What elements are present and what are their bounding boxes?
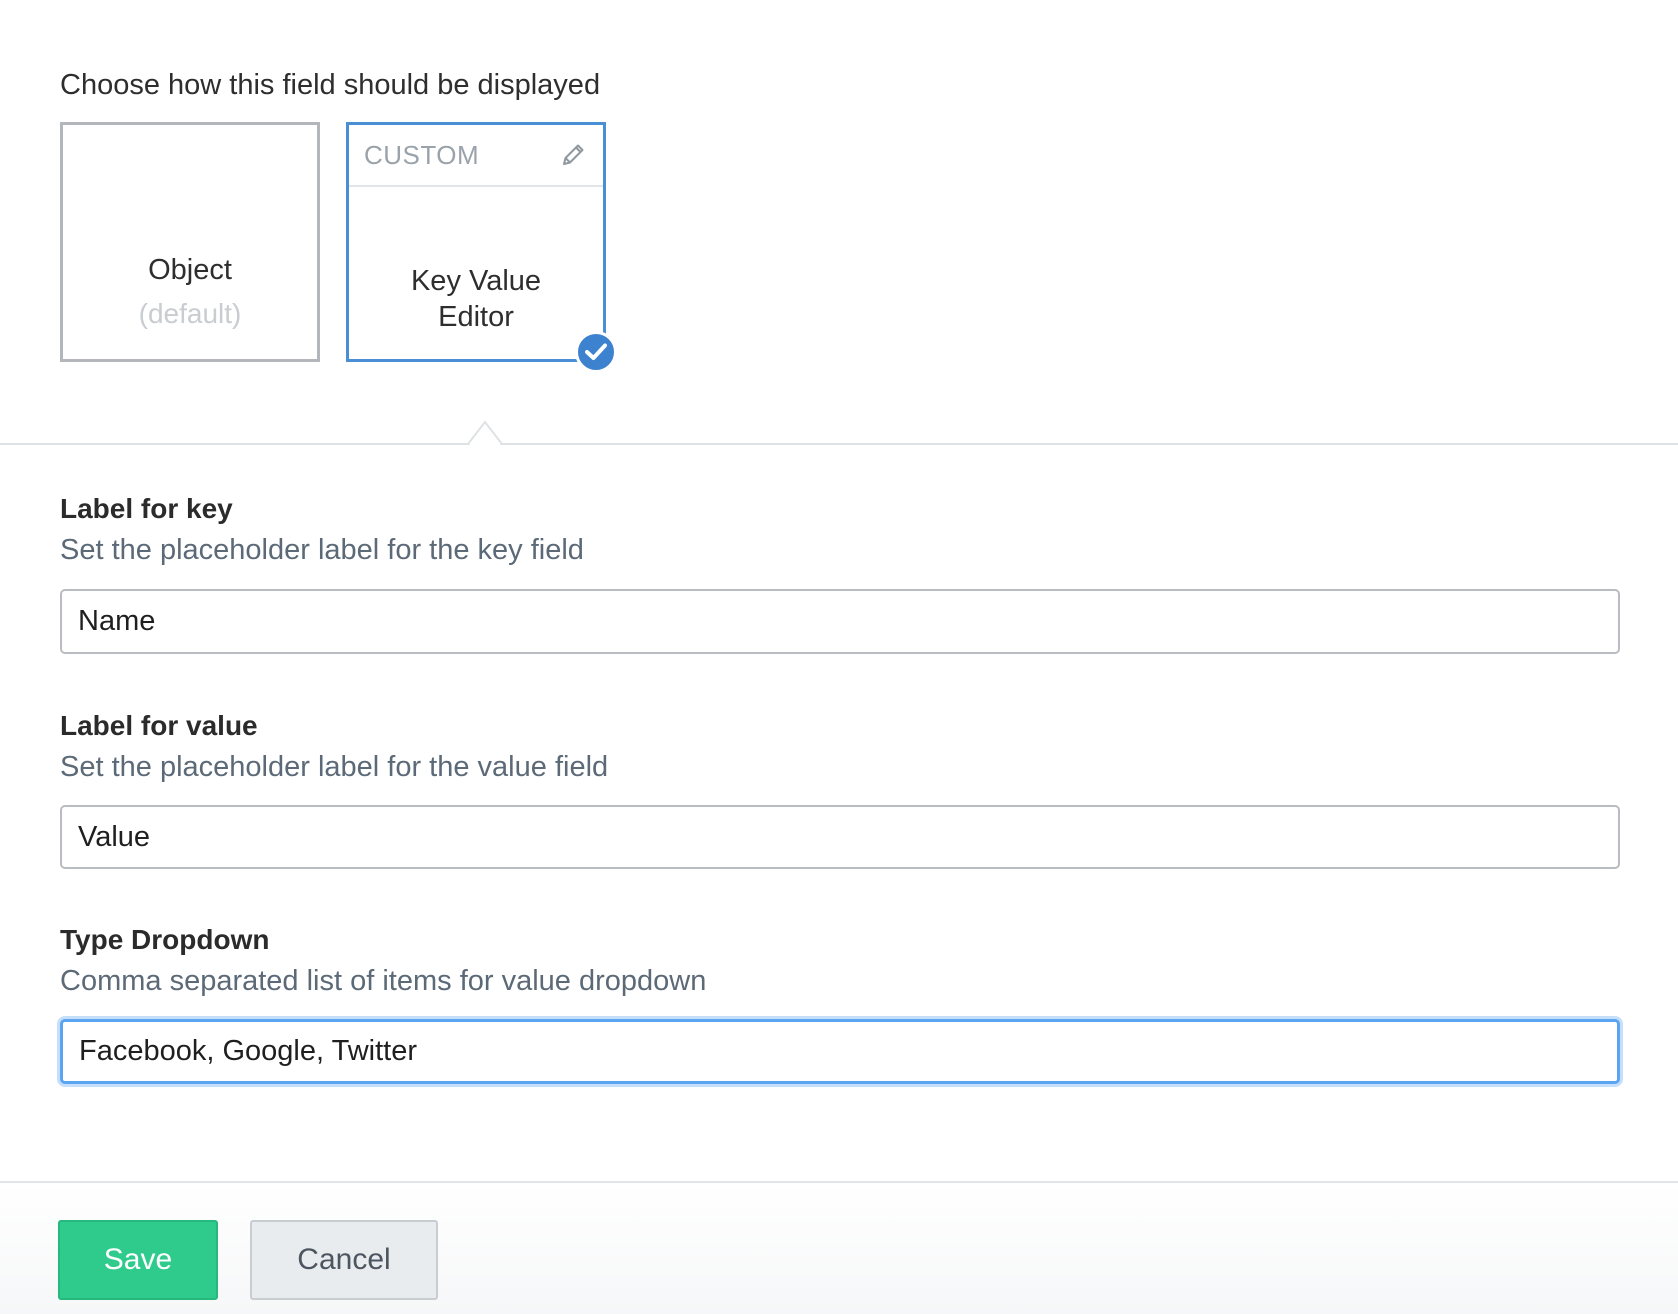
display-option-key-value-editor[interactable]: CUSTOM Key Value Editor [346,122,606,362]
save-button[interactable]: Save [58,1220,218,1300]
field-type-dropdown: Type Dropdown Comma separated list of it… [60,923,1620,1084]
custom-tag: CUSTOM [364,140,480,170]
field-description: Set the placeholder label for the key fi… [60,534,584,566]
footer-divider [0,1181,1678,1183]
type-dropdown-input[interactable] [60,1019,1620,1084]
field-title: Label for key [60,493,233,524]
field-label-for-key: Label for key Set the placeholder label … [60,492,1620,654]
section-divider [0,443,1678,445]
field-title: Type Dropdown [60,924,270,955]
option-custom-label-line2: Editor [438,301,514,333]
field-description: Set the placeholder label for the value … [60,751,609,783]
field-title: Label for value [60,710,258,741]
option-object-label: Object [148,254,232,286]
option-custom-label-line1: Key Value [410,265,542,297]
divider-pointer [468,420,502,446]
cancel-button[interactable]: Cancel [250,1220,438,1300]
field-description: Comma separated list of items for value … [60,965,707,997]
display-option-object[interactable]: Object (default) [60,122,320,362]
option-object-default-note: (default) [138,298,242,329]
checkmark-icon [575,331,617,373]
field-display-settings-panel: Choose how this field should be displaye… [0,0,1678,1314]
value-label-input[interactable] [60,805,1620,869]
display-prompt: Choose how this field should be displaye… [60,69,601,101]
option-custom-header: CUSTOM [349,125,603,187]
pencil-icon[interactable] [559,141,587,169]
field-label-for-value: Label for value Set the placeholder labe… [60,709,1620,869]
option-custom-label: Key Value Editor [349,263,603,335]
key-label-input[interactable] [60,589,1620,654]
